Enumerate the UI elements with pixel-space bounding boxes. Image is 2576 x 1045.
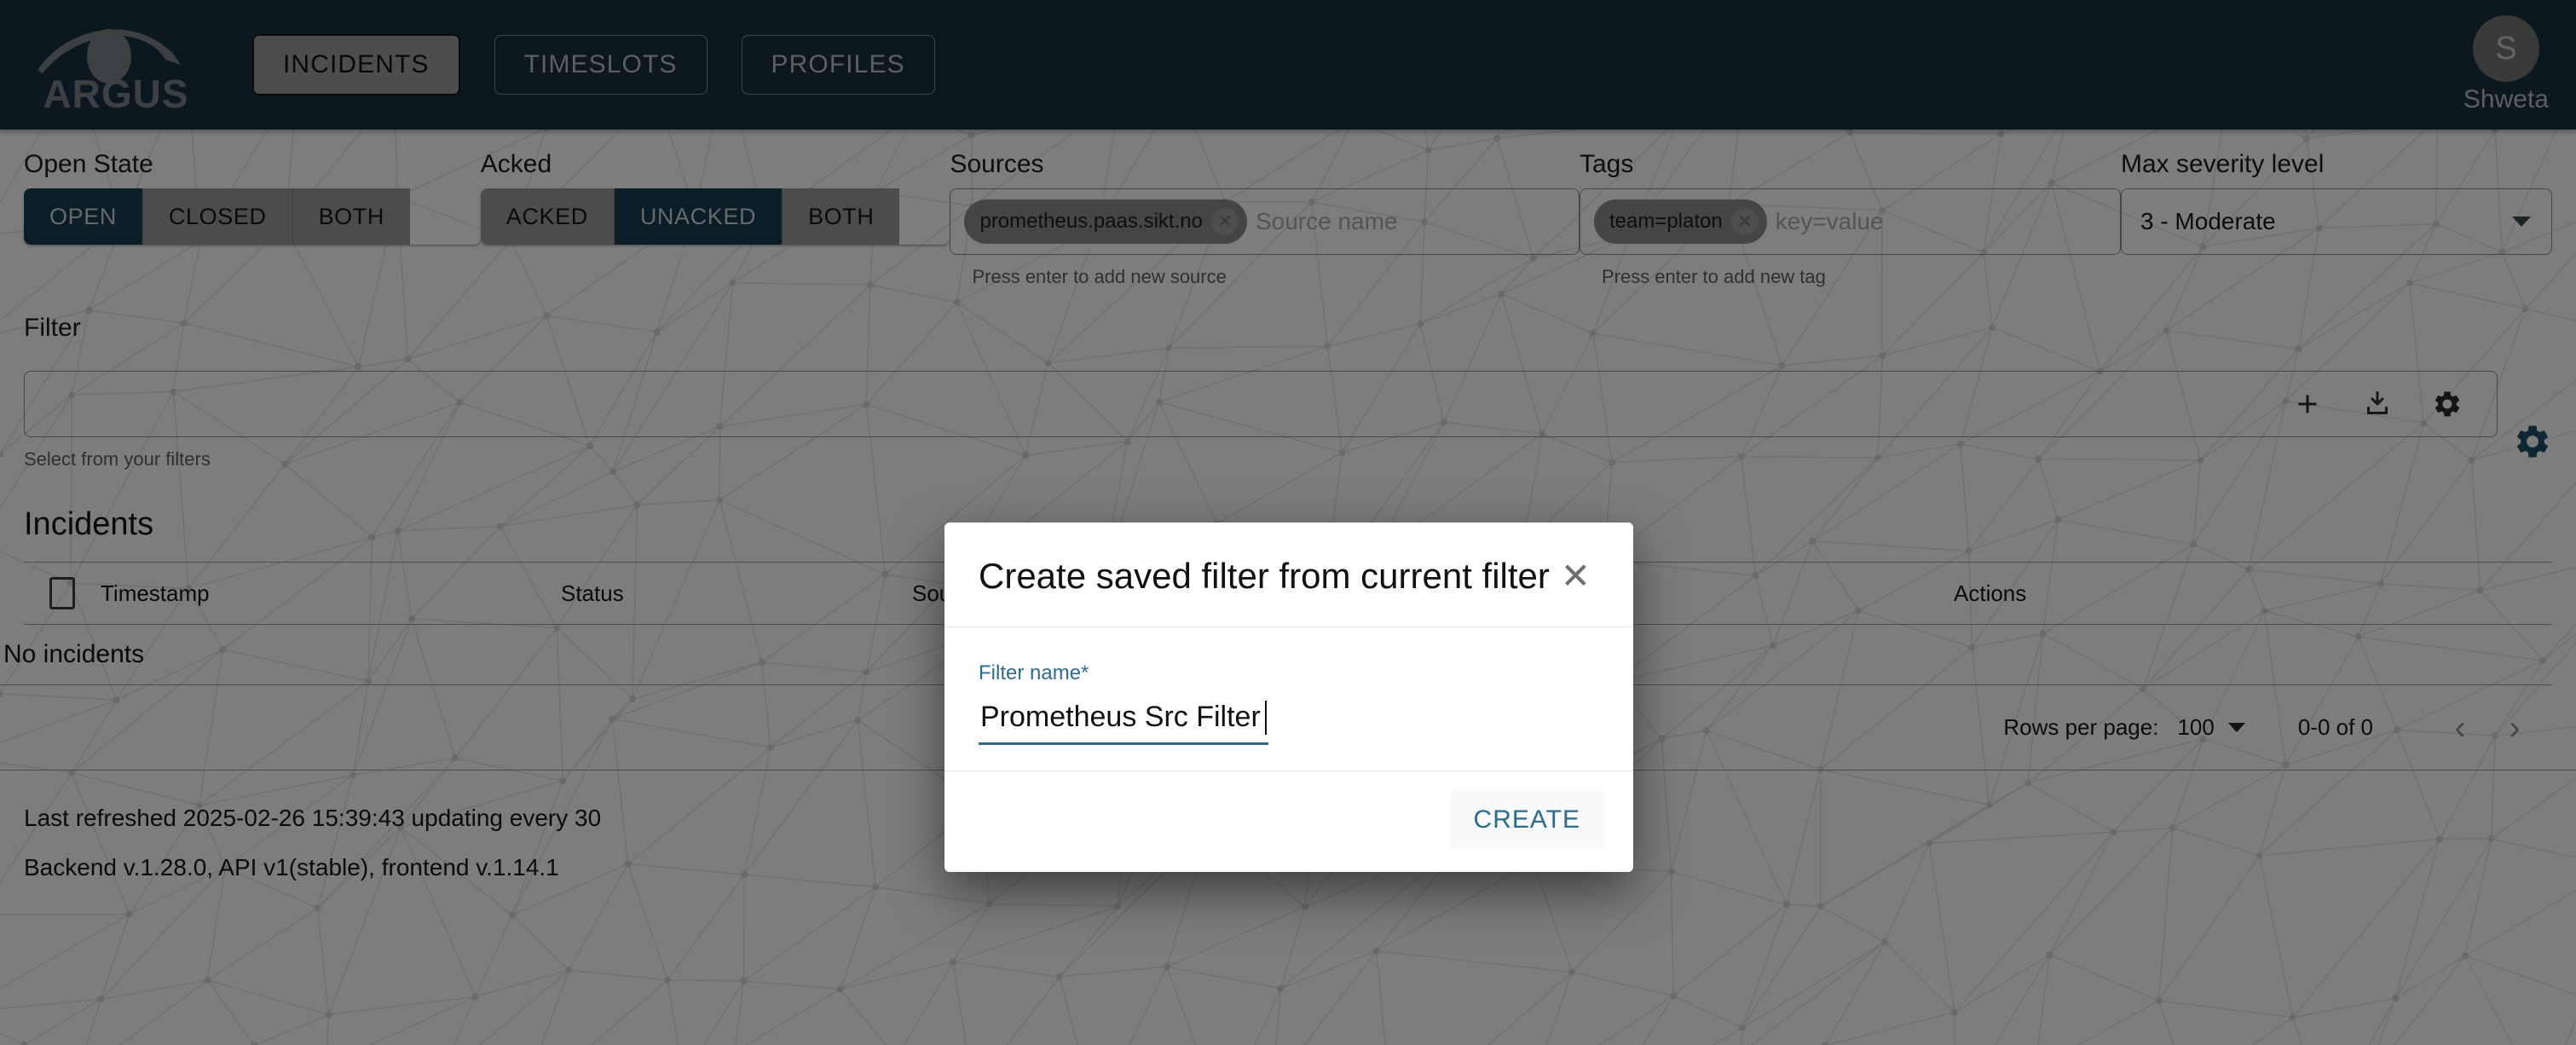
dialog-title: Create saved filter from current filter (979, 556, 1550, 596)
create-button[interactable]: CREATE (1449, 790, 1604, 851)
text-cursor (1265, 701, 1267, 736)
filter-name-input-shell (979, 696, 1268, 746)
filter-name-label: Filter name* (979, 661, 1089, 685)
filter-name-input[interactable] (979, 696, 1268, 746)
dialog-header: Create saved filter from current filter … (944, 522, 1633, 628)
dialog-body: Filter name* (944, 627, 1633, 772)
dialog-footer: CREATE (944, 771, 1633, 872)
close-icon[interactable]: ✕ (1557, 558, 1594, 594)
create-saved-filter-dialog: Create saved filter from current filter … (944, 522, 1633, 873)
